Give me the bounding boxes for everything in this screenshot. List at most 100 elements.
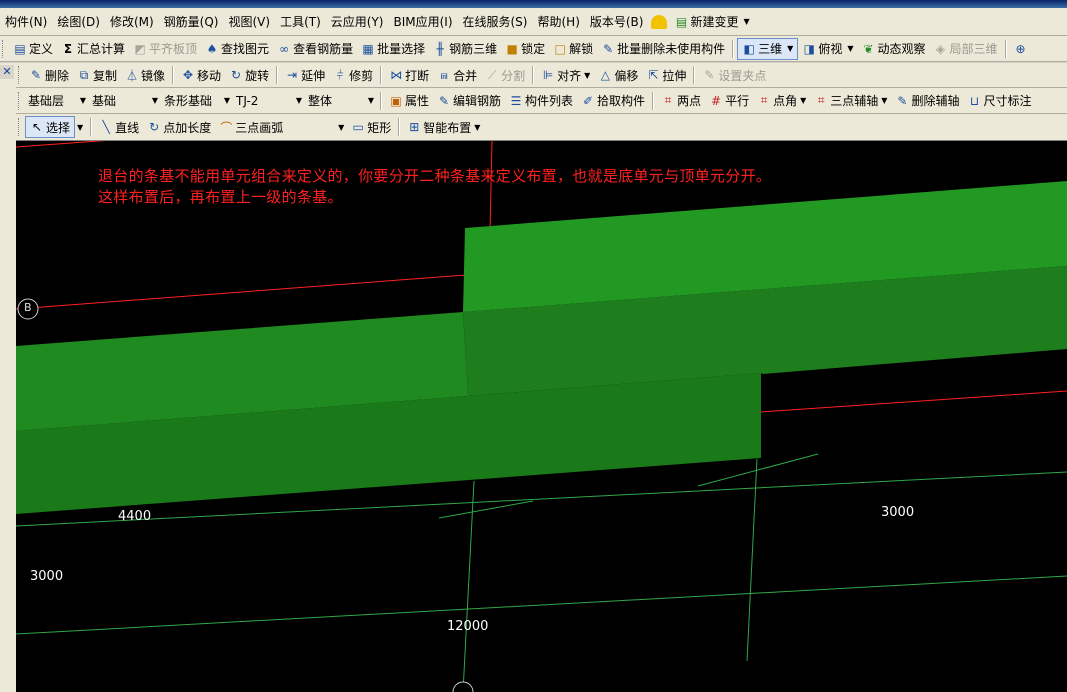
new-change-button[interactable]: ▤ 新建变更 ▼: [670, 12, 753, 32]
edit-toolbar: ✎ 删除 ⧉ 复制 ⏃ 镜像 ✥ 移动 ↻ 旋转 ⇥ 延伸 ⫩ 修剪 ⋈ 打断 ⩎ 合并 ⟋ 分割 …: [16, 63, 1067, 88]
calc-button[interactable]: Σ 汇总计算: [57, 39, 129, 59]
toolbar-grip: [2, 39, 6, 58]
top-view-icon: ◨: [803, 41, 815, 56]
helmet-icon[interactable]: [651, 14, 668, 29]
toolbar-separator: [1004, 39, 1007, 58]
arc-icon: ⌒: [220, 120, 233, 135]
mirror-button[interactable]: ⏃ 镜像: [121, 65, 169, 85]
menu-component[interactable]: 构件(N): [0, 13, 52, 30]
menu-version[interactable]: 版本号(B): [585, 13, 649, 30]
toolbar-separator: [276, 66, 279, 84]
chevron-down-icon[interactable]: ▼: [77, 123, 83, 132]
grid-line-green: [16, 575, 1067, 635]
component-list-button[interactable]: ☰ 构件列表: [505, 91, 577, 111]
trim-icon: ⫩: [336, 67, 344, 82]
dimension-label-4400: 4400: [118, 509, 152, 524]
dimension-button[interactable]: ⊔ 尺寸标注: [963, 91, 1035, 111]
rotate-button[interactable]: ↻ 旋转: [225, 65, 273, 85]
point-angle-aux-button[interactable]: ⌗ 点角 ▼: [753, 91, 810, 111]
zoom-button[interactable]: ⊕: [1010, 39, 1034, 59]
delete-button[interactable]: ✎ 删除: [25, 65, 73, 85]
binoculars-icon: ♠: [206, 41, 218, 56]
align-button[interactable]: ⊫ 对齐 ▼: [537, 65, 594, 85]
list-icon: ☰: [510, 93, 522, 108]
offset-icon: △: [600, 68, 610, 82]
menu-view[interactable]: 视图(V): [223, 13, 275, 30]
move-button[interactable]: ✥ 移动: [177, 65, 225, 85]
category-select[interactable]: 基础 ▼: [89, 92, 161, 110]
rebar-3d-button[interactable]: ╫ 钢筋三维: [429, 39, 501, 59]
glasses-icon: ∞: [279, 41, 290, 56]
toolbar-separator: [90, 118, 93, 136]
lock-icon: ■: [506, 41, 518, 56]
find-element-button[interactable]: ♠ 查找图元: [201, 39, 273, 59]
view-rebar-button[interactable]: ∞ 查看钢筋量: [273, 39, 357, 59]
smart-layout-button[interactable]: ⊞ 智能布置 ▼: [403, 117, 484, 137]
offset-button[interactable]: △ 偏移: [594, 65, 642, 85]
top-view-button[interactable]: ◨ 俯视 ▼: [798, 39, 857, 59]
unlock-button[interactable]: □ 解锁: [549, 39, 597, 59]
properties-button[interactable]: ▣ 属性: [385, 91, 433, 111]
type-select[interactable]: 条形基础 ▼: [161, 92, 233, 110]
menu-tools[interactable]: 工具(T): [275, 13, 326, 30]
component-select[interactable]: TJ-2 ▼: [233, 92, 305, 110]
chevron-down-icon: ▼: [338, 122, 345, 132]
dynamic-observe-button[interactable]: ❦ 动态观察: [858, 39, 930, 59]
lock-button[interactable]: ■ 锁定: [501, 39, 549, 59]
dimension-icon: ⊔: [969, 93, 980, 108]
menu-cloud[interactable]: 云应用(Y): [326, 13, 389, 30]
batch-delete-unused-button[interactable]: ✎ 批量删除未使用构件: [597, 39, 729, 59]
merge-icon: ⩎: [440, 67, 448, 82]
three-point-arc-button[interactable]: ⌒ 三点画弧: [215, 117, 287, 137]
chevron-down-icon: ▼: [847, 44, 854, 53]
axis-b-line: [16, 274, 467, 310]
arc-mode-select[interactable]: ▼: [287, 118, 347, 136]
set-grip-button[interactable]: ✎ 设置夹点: [698, 65, 770, 85]
edit-rebar-button[interactable]: ✎ 编辑钢筋: [433, 91, 505, 111]
drawing-canvas[interactable]: [16, 141, 1067, 692]
move-icon: ✥: [183, 68, 194, 82]
three-point-icon: ⌗: [817, 93, 825, 107]
close-icon[interactable]: ✕: [0, 65, 14, 79]
trim-button[interactable]: ⫩ 修剪: [329, 65, 377, 85]
local-3d-button[interactable]: ◈ 局部三维: [930, 39, 1002, 59]
menu-bim[interactable]: BIM应用(I): [388, 13, 457, 30]
pick-component-button[interactable]: ✐ 拾取构件: [577, 91, 649, 111]
menu-online-service[interactable]: 在线服务(S): [458, 13, 533, 30]
define-button[interactable]: ▤ 定义: [9, 39, 57, 59]
eyedropper-icon: ✐: [583, 93, 594, 108]
main-toolbar: ▤ 定义 Σ 汇总计算 ◩ 平齐板顶 ♠ 查找图元 ∞ 查看钢筋量 ▦ 批量选择 ╫ 钢筋三维…: [0, 36, 1067, 62]
copy-icon: ⧉: [79, 67, 89, 82]
delete-aux-button[interactable]: ✎ 删除辅轴: [891, 91, 963, 111]
parallel-aux-button[interactable]: # 平行: [705, 91, 753, 111]
break-button[interactable]: ⋈ 打断: [385, 65, 433, 85]
toolbar-grip: [18, 91, 22, 110]
menu-modify[interactable]: 修改(M): [105, 13, 159, 30]
chevron-down-icon: ▼: [295, 96, 302, 105]
stretch-button[interactable]: ⇱ 拉伸: [642, 65, 690, 85]
point-length-button[interactable]: ↻ 点加长度: [143, 117, 215, 137]
edit-rebar-icon: ✎: [438, 93, 450, 108]
split-button[interactable]: ⟋ 分割: [481, 65, 529, 85]
extend-button[interactable]: ⇥ 延伸: [281, 65, 329, 85]
menu-draw[interactable]: 绘图(D): [52, 13, 105, 30]
flush-slab-button[interactable]: ◩ 平齐板顶: [129, 39, 201, 59]
three-point-aux-button[interactable]: ⌗ 三点辅轴 ▼: [810, 91, 891, 111]
select-button[interactable]: ↖ 选择: [25, 116, 76, 138]
menu-rebar-quantity[interactable]: 钢筋量(Q): [159, 13, 224, 30]
part-select[interactable]: 整体 ▼: [305, 92, 377, 110]
zoom-icon: ⊕: [1015, 41, 1026, 56]
orbit-icon: ❦: [863, 41, 874, 56]
view-3d-button[interactable]: ◧ 三维 ▼: [737, 37, 799, 60]
menu-bar: 构件(N) 绘图(D) 修改(M) 钢筋量(Q) 视图(V) 工具(T) 云应用…: [0, 8, 1067, 36]
drawing-viewport[interactable]: 退台的条基不能用单元组合来定义的，你要分开二种条基来定义布置，也就是底单元与顶单…: [16, 141, 1067, 692]
two-points-aux-button[interactable]: ⌗ 两点: [657, 91, 705, 111]
floor-select[interactable]: 基础层 ▼: [25, 92, 89, 110]
left-panel-strip: [0, 63, 17, 692]
menu-help[interactable]: 帮助(H): [532, 13, 584, 30]
merge-button[interactable]: ⩎ 合并: [433, 65, 481, 85]
line-button[interactable]: ╲ 直线: [95, 117, 143, 137]
rectangle-button[interactable]: ▭ 矩形: [347, 117, 395, 137]
batch-select-button[interactable]: ▦ 批量选择: [357, 39, 429, 59]
copy-button[interactable]: ⧉ 复制: [73, 65, 121, 85]
